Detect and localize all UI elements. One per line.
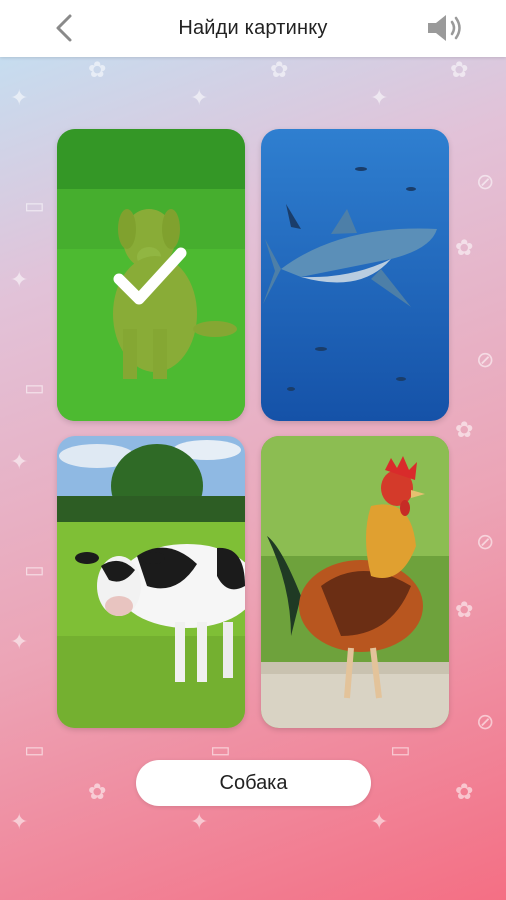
sound-button[interactable] bbox=[424, 10, 468, 46]
laptop-icon: ▭ bbox=[24, 557, 45, 582]
sparkle-icon: ✦ bbox=[10, 267, 29, 292]
flower-icon: ✿ bbox=[450, 57, 469, 82]
dog-image bbox=[57, 129, 245, 421]
selected-overlay bbox=[57, 129, 245, 421]
sparkle-icon: ✦ bbox=[370, 809, 389, 834]
sparkle-icon: ✦ bbox=[190, 809, 209, 834]
laptop-icon: ▭ bbox=[24, 737, 45, 762]
shark-image bbox=[261, 129, 449, 421]
picture-card-dog[interactable] bbox=[57, 129, 245, 421]
sparkle-icon: ✦ bbox=[10, 809, 29, 834]
picture-card-rooster[interactable] bbox=[261, 436, 449, 728]
flower-icon: ✿ bbox=[455, 235, 474, 260]
sparkle-icon: ✦ bbox=[10, 85, 29, 110]
flower-icon: ✿ bbox=[455, 417, 474, 442]
flower-icon: ✿ bbox=[88, 57, 107, 82]
paperclip-icon: ⊘ bbox=[476, 709, 495, 734]
flower-icon: ✿ bbox=[455, 779, 474, 804]
picture-card-cow[interactable] bbox=[57, 436, 245, 728]
laptop-icon: ▭ bbox=[390, 737, 411, 762]
answer-word-button[interactable]: Собака bbox=[136, 760, 371, 806]
flower-icon: ✿ bbox=[455, 597, 474, 622]
sparkle-icon: ✦ bbox=[10, 629, 29, 654]
speaker-icon bbox=[428, 15, 461, 41]
back-button[interactable] bbox=[46, 10, 82, 46]
chevron-left-icon bbox=[56, 14, 72, 42]
paperclip-icon: ⊘ bbox=[476, 347, 495, 372]
rooster-image bbox=[261, 436, 449, 728]
picture-card-shark[interactable] bbox=[261, 129, 449, 421]
page-title: Найди картинку bbox=[178, 17, 328, 39]
paperclip-icon: ⊘ bbox=[476, 529, 495, 554]
flower-icon: ✿ bbox=[270, 57, 289, 82]
flower-icon: ✿ bbox=[88, 779, 107, 804]
sparkle-icon: ✦ bbox=[190, 85, 209, 110]
sparkle-icon: ✦ bbox=[10, 449, 29, 474]
top-bar: Найди картинку bbox=[0, 0, 506, 57]
cow-image bbox=[57, 436, 245, 728]
paperclip-icon: ⊘ bbox=[476, 169, 495, 194]
laptop-icon: ▭ bbox=[24, 193, 45, 218]
sparkle-icon: ✦ bbox=[370, 85, 389, 110]
laptop-icon: ▭ bbox=[24, 375, 45, 400]
